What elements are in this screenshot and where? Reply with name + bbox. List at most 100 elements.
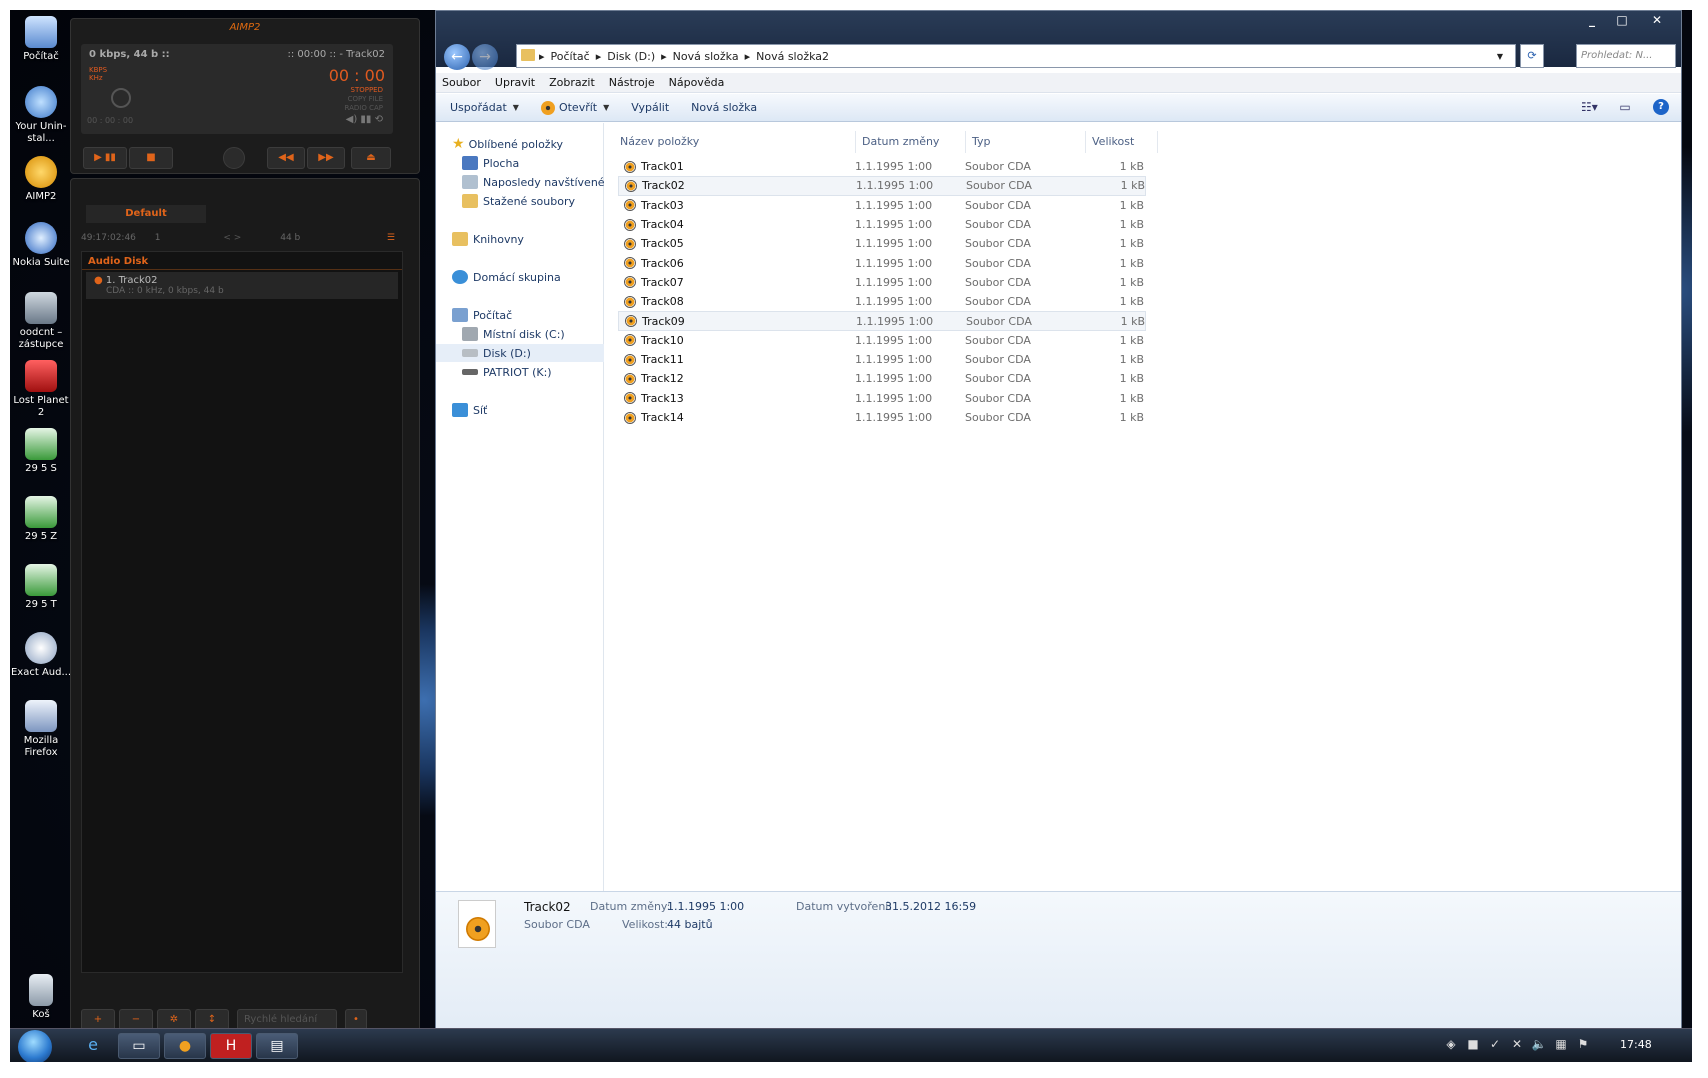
nav-recent[interactable]: Naposledy navštívené xyxy=(462,173,630,191)
nav-homegroup[interactable]: Domácí skupina xyxy=(452,268,620,286)
file-row[interactable]: Track01 1.1.1995 1:00 Soubor CDA 1 kB xyxy=(618,157,1146,176)
tray-app-icon[interactable]: ■ xyxy=(1462,1037,1484,1055)
breadcrumb-computer[interactable]: Počítač xyxy=(551,50,590,63)
file-row[interactable]: Track05 1.1.1995 1:00 Soubor CDA 1 kB xyxy=(618,234,1146,253)
stop-button[interactable]: ■ xyxy=(129,147,173,169)
playlist-size: 44 b xyxy=(280,233,301,243)
menu-file[interactable]: Soubor xyxy=(442,76,481,89)
organize-button[interactable]: Uspořádat ▼ xyxy=(450,101,519,114)
playlist-group[interactable]: Audio Disk xyxy=(82,252,402,270)
menu-tools[interactable]: Nástroje xyxy=(609,76,655,89)
minimize-icon[interactable]: _ xyxy=(1577,11,1607,29)
desktop-icon-recycle-bin[interactable]: Koš xyxy=(10,974,72,1021)
breadcrumb-nova-slozka2[interactable]: Nová složka2 xyxy=(756,50,829,63)
prev-button[interactable]: ◀◀ xyxy=(267,147,305,169)
column-name[interactable]: Název položky xyxy=(614,131,856,153)
nav-favorites[interactable]: ★ Oblíbené položky xyxy=(452,135,620,153)
file-row[interactable]: Track02 1.1.1995 1:00 Soubor CDA 1 kB xyxy=(618,176,1146,196)
desktop-icon-exact-audio-copy[interactable]: Exact Aud... xyxy=(10,632,72,679)
explorer-taskbar-icon[interactable]: ▭ xyxy=(118,1033,160,1059)
file-row[interactable]: Track04 1.1.1995 1:00 Soubor CDA 1 kB xyxy=(618,215,1146,234)
calculator-taskbar-icon[interactable]: ▤ xyxy=(256,1033,298,1059)
open-button[interactable]: Otevřít ▼ xyxy=(540,100,609,115)
breadcrumb-disk-d[interactable]: Disk (D:) xyxy=(607,50,655,63)
playlist-nav-arrows[interactable]: < > xyxy=(223,233,241,243)
kbps-label: KBPS xyxy=(89,66,108,74)
desktop-icon-aimp2[interactable]: AIMP2 xyxy=(10,156,72,203)
next-button[interactable]: ▶▶ xyxy=(307,147,345,169)
desktop-icon-computer[interactable]: Počítač xyxy=(10,16,72,63)
refresh-icon[interactable]: ⟳ xyxy=(1520,44,1544,68)
new-folder-button[interactable]: Nová složka xyxy=(691,101,757,114)
breadcrumb-nova-slozka[interactable]: Nová složka xyxy=(673,50,739,63)
playlist-item[interactable]: ● 1. Track02 CDA :: 0 kHz, 0 kbps, 44 b xyxy=(86,272,398,299)
menu-help[interactable]: Nápověda xyxy=(669,76,725,89)
desktop-icon-xls-29-5-t[interactable]: 29 5 T xyxy=(10,564,72,611)
help-icon[interactable]: ? xyxy=(1653,99,1669,115)
file-row[interactable]: Track12 1.1.1995 1:00 Soubor CDA 1 kB xyxy=(618,369,1146,388)
playlist-item-info: CDA :: 0 kHz, 0 kbps, 44 b xyxy=(106,286,224,296)
desktop-icon-firefox[interactable]: Mozilla Firefox xyxy=(10,700,72,759)
volume-icon[interactable]: 🔈 xyxy=(1528,1037,1550,1055)
play-pause-button[interactable]: ▶ ▮▮ xyxy=(83,147,127,169)
equalizer-icons[interactable]: ◀) ▮▮ ⟲ xyxy=(346,114,383,125)
shuffle-button[interactable] xyxy=(223,147,245,169)
preview-pane-icon[interactable]: ▭ xyxy=(1617,99,1633,115)
maximize-icon[interactable]: □ xyxy=(1607,11,1637,29)
column-type[interactable]: Typ xyxy=(966,131,1086,153)
file-row[interactable]: Track07 1.1.1995 1:00 Soubor CDA 1 kB xyxy=(618,273,1146,292)
nav-local-disk-c[interactable]: Místní disk (C:) xyxy=(462,325,630,343)
column-date[interactable]: Datum změny xyxy=(856,131,966,153)
file-row[interactable]: Track13 1.1.1995 1:00 Soubor CDA 1 kB xyxy=(618,389,1146,408)
view-options-icon[interactable]: ☷▾ xyxy=(1581,99,1598,115)
desktop-icon-lost-planet[interactable]: Lost Planet 2 xyxy=(10,360,72,419)
file-type: Soubor CDA xyxy=(965,218,1031,232)
playlist-duration: 49:17:02:46 xyxy=(81,233,136,243)
recycle-bin-icon xyxy=(29,974,53,1006)
nav-patriot-k[interactable]: PATRIOT (K:) xyxy=(462,363,630,381)
address-bar[interactable]: ▸ Počítač ▸ Disk (D:) ▸ Nová složka ▸ No… xyxy=(516,44,1516,68)
search-input[interactable]: Prohledat: N... xyxy=(1576,44,1676,68)
eject-button[interactable]: ⏏ xyxy=(351,147,391,169)
file-row[interactable]: Track09 1.1.1995 1:00 Soubor CDA 1 kB xyxy=(618,311,1146,331)
clock[interactable]: 17:48 xyxy=(1620,1038,1652,1051)
address-dropdown-icon[interactable]: ▼ xyxy=(1497,52,1503,61)
nav-libraries[interactable]: Knihovny xyxy=(452,230,620,248)
desktop-icon-uninstaller[interactable]: Your Unin-stal... xyxy=(10,86,72,145)
nav-network[interactable]: Síť xyxy=(452,401,620,419)
desktop-icon-nokia-suite[interactable]: Nokia Suite xyxy=(10,222,72,269)
burn-button[interactable]: Vypálit xyxy=(631,101,669,114)
desktop-icon-xls-29-5-s[interactable]: 29 5 S xyxy=(10,428,72,475)
h-app-taskbar-icon[interactable]: H xyxy=(210,1033,252,1059)
forward-button[interactable]: → xyxy=(472,44,498,70)
file-row[interactable]: Track08 1.1.1995 1:00 Soubor CDA 1 kB xyxy=(618,292,1146,311)
ie-icon[interactable]: e xyxy=(72,1033,114,1059)
desktop-icon-oodcnt[interactable]: oodcnt – zástupce xyxy=(10,292,72,351)
start-button[interactable] xyxy=(18,1030,52,1062)
action-center-flag-icon[interactable]: ⚑ xyxy=(1572,1037,1594,1055)
file-type: Soubor CDA xyxy=(965,411,1031,424)
close-icon[interactable]: ✕ xyxy=(1637,11,1677,29)
nav-downloads[interactable]: Stažené soubory xyxy=(462,192,630,210)
file-row[interactable]: Track06 1.1.1995 1:00 Soubor CDA 1 kB xyxy=(618,253,1146,272)
bluetooth-icon[interactable]: ✕ xyxy=(1506,1037,1528,1055)
aimp-taskbar-icon[interactable]: ● xyxy=(164,1033,206,1059)
nav-desktop[interactable]: Plocha xyxy=(462,154,630,172)
menu-edit[interactable]: Upravit xyxy=(495,76,535,89)
nav-disk-d[interactable]: Disk (D:) xyxy=(436,344,604,362)
file-row[interactable]: Track10 1.1.1995 1:00 Soubor CDA 1 kB xyxy=(618,331,1146,350)
antivirus-icon[interactable]: ◈ xyxy=(1440,1037,1462,1055)
column-size[interactable]: Velikost xyxy=(1086,131,1158,153)
playlist-menu-icon[interactable]: ☰ xyxy=(387,229,395,247)
safely-remove-icon[interactable]: ✓ xyxy=(1484,1037,1506,1055)
playlist-tab-default[interactable]: Default xyxy=(86,205,206,223)
menu-view[interactable]: Zobrazit xyxy=(549,76,595,89)
back-button[interactable]: ← xyxy=(444,44,470,70)
file-row[interactable]: Track03 1.1.1995 1:00 Soubor CDA 1 kB xyxy=(618,196,1146,215)
desktop-icon-xls-29-5-z[interactable]: 29 5 Z xyxy=(10,496,72,543)
file-row[interactable]: Track11 1.1.1995 1:00 Soubor CDA 1 kB xyxy=(618,350,1146,369)
nav-computer[interactable]: Počítač xyxy=(452,306,620,324)
volume-knob-icon[interactable] xyxy=(111,88,131,108)
file-row[interactable]: Track14 1.1.1995 1:00 Soubor CDA 1 kB xyxy=(618,408,1146,427)
network-tray-icon[interactable]: ▦ xyxy=(1550,1037,1572,1055)
